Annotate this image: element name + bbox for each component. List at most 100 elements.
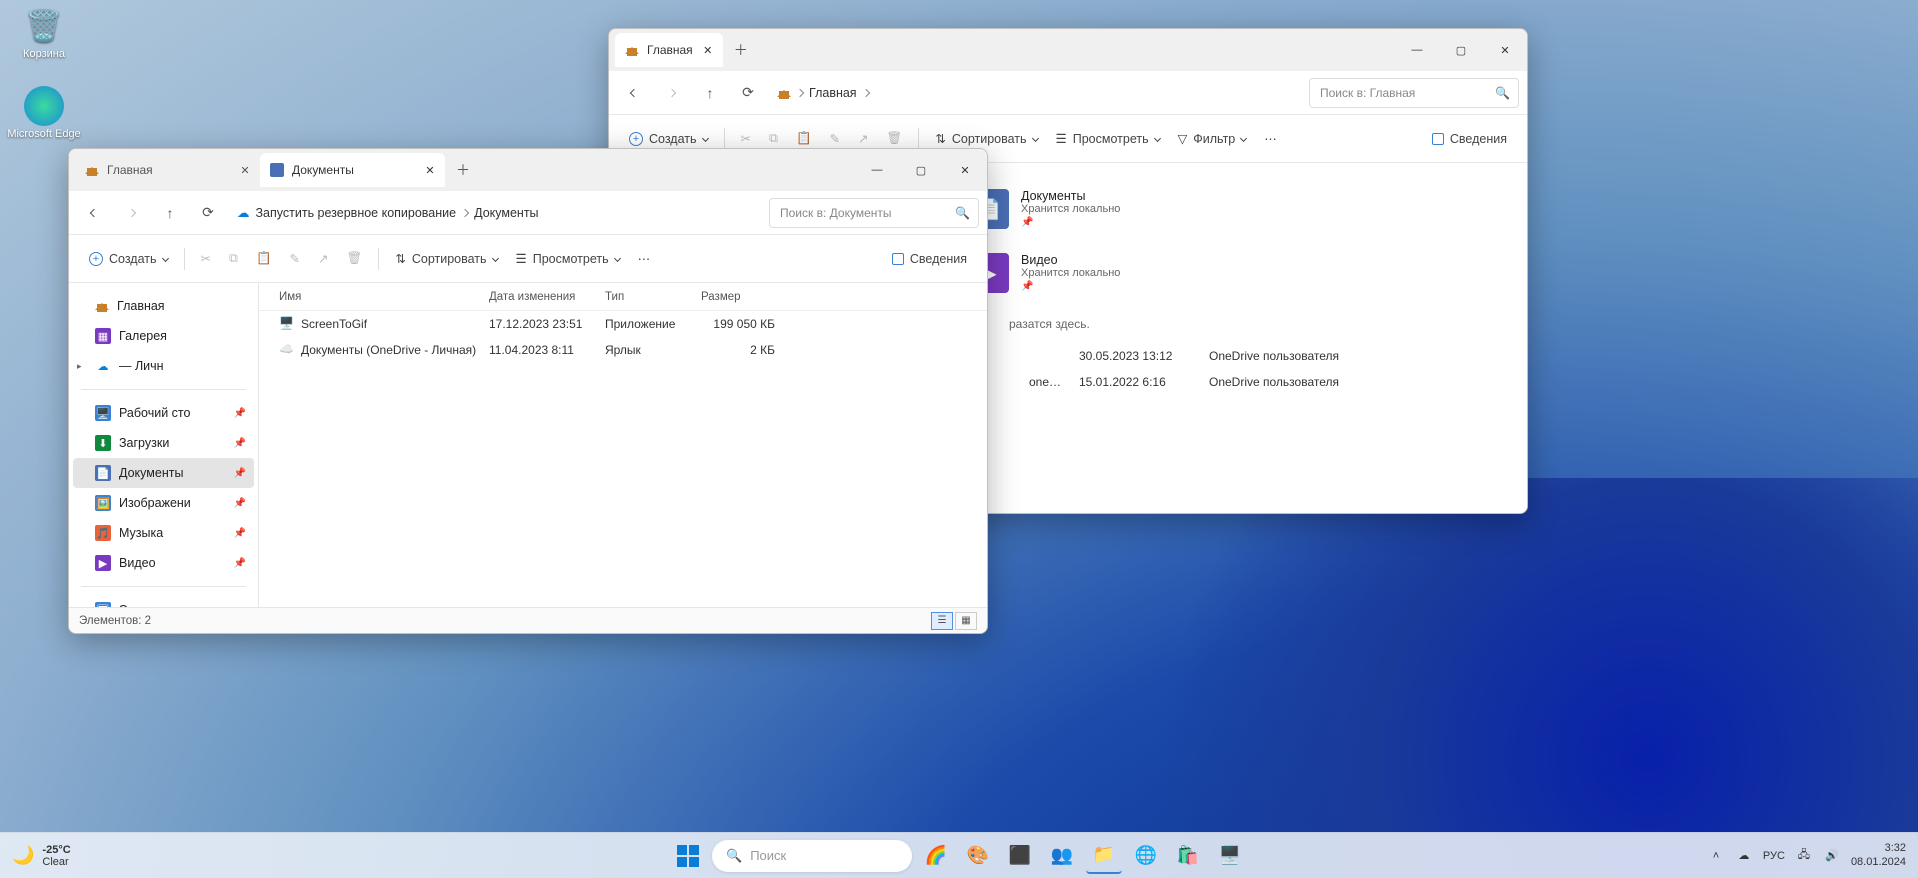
up-button[interactable]: ↑ xyxy=(693,76,727,110)
col-date[interactable]: Дата изменения xyxy=(481,291,597,303)
paste-button[interactable]: 📋 xyxy=(248,243,280,275)
tab-documents[interactable]: Документы ✕ xyxy=(260,153,445,187)
cut-button[interactable]: ✂ xyxy=(193,243,219,275)
taskbar-app-paint[interactable]: 🎨 xyxy=(960,838,996,874)
breadcrumb[interactable]: ☁ Запустить резервное копирование Докуме… xyxy=(229,205,765,220)
tray-chevron-up-icon[interactable]: ˄ xyxy=(1707,847,1725,865)
forward-button[interactable] xyxy=(115,196,149,230)
sidebar-item-onedrive[interactable]: ▸☁— Личн xyxy=(73,351,254,381)
maximize-button[interactable]: ▢ xyxy=(1439,32,1483,68)
sidebar-item-quick[interactable]: ⬇Загрузки📌 xyxy=(73,428,254,458)
taskbar-app-copilot[interactable]: 🌈 xyxy=(918,838,954,874)
sidebar-item-this-pc[interactable]: ▸🖥Этот компьюте xyxy=(73,595,254,607)
back-button[interactable] xyxy=(77,196,111,230)
file-row[interactable]: ☁️Документы (OneDrive - Личная) 11.04.20… xyxy=(259,337,987,363)
refresh-button[interactable]: ⟳ xyxy=(191,196,225,230)
view-icons-button[interactable]: ▦ xyxy=(955,612,977,630)
gallery-icon: ▦ xyxy=(95,328,111,344)
details-button[interactable]: Сведения xyxy=(884,243,975,275)
minimize-button[interactable]: — xyxy=(1395,32,1439,68)
delete-button[interactable]: 🗑 xyxy=(338,243,370,275)
tray-onedrive-icon[interactable]: ☁ xyxy=(1735,847,1753,865)
sidebar-item-home[interactable]: Главная xyxy=(73,291,254,321)
quick-access-item[interactable]: ▶ Видео Хранится локально 📌 xyxy=(969,253,1169,293)
back-button[interactable] xyxy=(617,76,651,110)
view-button[interactable]: ☰ Просмотреть xyxy=(1048,123,1168,155)
new-tab-button[interactable]: ＋ xyxy=(727,36,755,64)
search-placeholder: Поиск в: Главная xyxy=(1320,86,1415,100)
share-button[interactable]: ↗ xyxy=(310,243,336,275)
rename-button[interactable]: ✎ xyxy=(282,243,308,275)
sort-button[interactable]: ⇅ Сортировать xyxy=(387,243,505,275)
up-button[interactable]: ↑ xyxy=(153,196,187,230)
weather-widget[interactable]: 🌙 -25°C Clear xyxy=(12,844,71,868)
create-button[interactable]: +Создать xyxy=(81,243,176,275)
breadcrumb-item[interactable]: Документы xyxy=(474,206,538,220)
col-size[interactable]: Размер xyxy=(693,291,783,303)
chevron-right-icon[interactable]: ▸ xyxy=(77,361,82,372)
tab-label: Главная xyxy=(107,163,153,177)
taskbar-app-explorer[interactable]: 📁 xyxy=(1086,838,1122,874)
taskbar-app-obsidian[interactable]: ⬛ xyxy=(1002,838,1038,874)
close-button[interactable]: ✕ xyxy=(943,152,987,188)
sidebar-label: Видео xyxy=(119,556,156,570)
minimize-button[interactable]: — xyxy=(855,152,899,188)
desktop-icon-edge[interactable]: Microsoft Edge xyxy=(6,86,82,140)
more-button[interactable]: ⋯ xyxy=(630,243,659,275)
chevron-right-icon[interactable]: ▸ xyxy=(77,605,82,608)
sidebar-item-quick[interactable]: 🎵Музыка📌 xyxy=(73,518,254,548)
titlebar[interactable]: Главная ✕ Документы ✕ ＋ — ▢ ✕ xyxy=(69,149,987,191)
documents-icon xyxy=(270,163,284,177)
search-box[interactable]: Поиск в: Главная 🔍 xyxy=(1309,78,1519,108)
titlebar[interactable]: Главная ✕ ＋ — ▢ ✕ xyxy=(609,29,1527,71)
breadcrumb-item[interactable]: Запустить резервное копирование xyxy=(256,206,457,220)
taskbar-app-teams[interactable]: 👥 xyxy=(1044,838,1080,874)
tab-close-button[interactable]: ✕ xyxy=(421,161,439,179)
recent-row[interactable]: oneto...15.01.2022 6:16OneDrive пользова… xyxy=(1009,369,1527,395)
sidebar-item-quick[interactable]: 🖼️Изображени📌 xyxy=(73,488,254,518)
quick-access-item[interactable]: 📄 Документы Хранится локально 📌 xyxy=(969,189,1169,229)
taskbar-app-edge[interactable]: 🌐 xyxy=(1128,838,1164,874)
taskbar[interactable]: 🌙 -25°C Clear 🔍Поиск 🌈 🎨 ⬛ 👥 📁 🌐 🛍️ 🖥️ ˄… xyxy=(0,832,1918,878)
tray-volume-icon[interactable]: 🔊 xyxy=(1823,847,1841,865)
sidebar-item-quick[interactable]: 📄Документы📌 xyxy=(73,458,254,488)
taskbar-app-store[interactable]: 🛍️ xyxy=(1170,838,1206,874)
taskbar-search[interactable]: 🔍Поиск xyxy=(712,840,912,872)
col-name[interactable]: Имя xyxy=(271,291,481,303)
tray-language[interactable]: РУС xyxy=(1763,850,1785,862)
sidebar[interactable]: Главная ▦Галерея ▸☁— Личн 🖥️Рабочий сто📌… xyxy=(69,283,259,607)
details-button[interactable]: Сведения xyxy=(1424,123,1515,155)
breadcrumb[interactable]: Главная xyxy=(769,86,1305,100)
file-row[interactable]: 🖥️ScreenToGif 17.12.2023 23:51 Приложени… xyxy=(259,311,987,337)
tray-network-icon[interactable]: 🖧 xyxy=(1795,847,1813,865)
col-type[interactable]: Тип xyxy=(597,291,693,303)
forward-button[interactable] xyxy=(655,76,689,110)
copy-button[interactable]: ⧉ xyxy=(221,243,246,275)
desktop-icon-recycle-bin[interactable]: 🗑️ Корзина xyxy=(6,6,82,60)
close-button[interactable]: ✕ xyxy=(1483,32,1527,68)
sidebar-item-quick[interactable]: ▶Видео📌 xyxy=(73,548,254,578)
filter-button[interactable]: ▽ Фильтр xyxy=(1170,123,1255,155)
home-icon xyxy=(625,44,639,56)
tab-close-button[interactable]: ✕ xyxy=(236,161,254,179)
search-box[interactable]: Поиск в: Документы 🔍 xyxy=(769,198,979,228)
new-tab-button[interactable]: ＋ xyxy=(449,156,477,184)
view-details-button[interactable]: ☰ xyxy=(931,612,953,630)
sidebar-item-quick[interactable]: 🖥️Рабочий сто📌 xyxy=(73,398,254,428)
recent-row[interactable]: 30.05.2023 13:12OneDrive пользователя xyxy=(1009,343,1527,369)
column-headers[interactable]: Имя Дата изменения Тип Размер xyxy=(259,283,987,311)
view-button[interactable]: ☰ Просмотреть xyxy=(508,243,628,275)
explorer-window-front[interactable]: Главная ✕ Документы ✕ ＋ — ▢ ✕ ↑ ⟳ ☁ Запу… xyxy=(68,148,988,634)
taskbar-app-rdp[interactable]: 🖥️ xyxy=(1212,838,1248,874)
tab-home[interactable]: Главная ✕ xyxy=(75,153,260,187)
tab-close-button[interactable]: ✕ xyxy=(699,41,717,59)
more-button[interactable]: ⋯ xyxy=(1256,123,1285,155)
tray-clock[interactable]: 3:32 08.01.2024 xyxy=(1851,842,1906,868)
breadcrumb-item[interactable]: Главная xyxy=(809,86,857,100)
pc-icon: 🖥 xyxy=(95,602,111,607)
start-button[interactable] xyxy=(670,838,706,874)
refresh-button[interactable]: ⟳ xyxy=(731,76,765,110)
maximize-button[interactable]: ▢ xyxy=(899,152,943,188)
tab-home[interactable]: Главная ✕ xyxy=(615,33,723,67)
sidebar-item-gallery[interactable]: ▦Галерея xyxy=(73,321,254,351)
